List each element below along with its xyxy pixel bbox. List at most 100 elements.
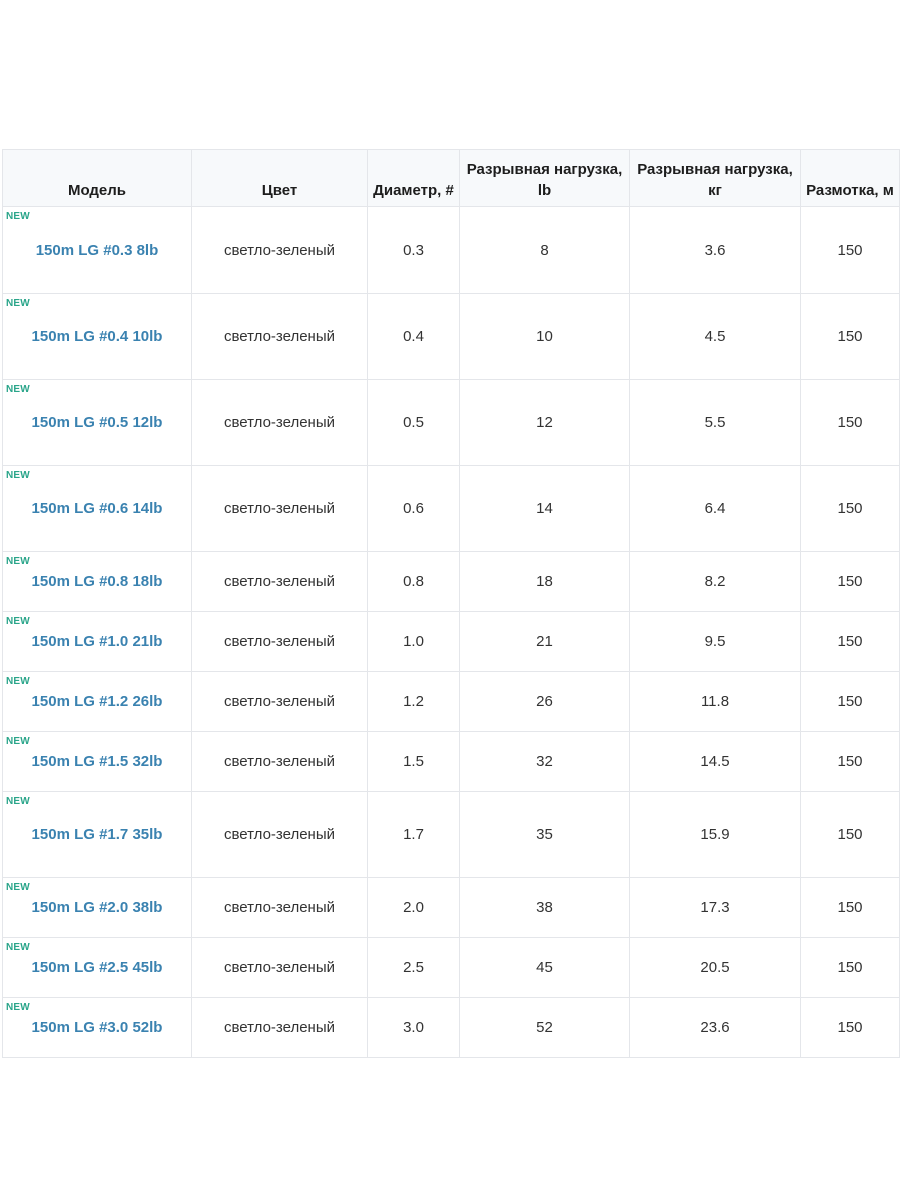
cell-color: светло-зеленый (191, 379, 368, 466)
cell-model: NEW 150m LG #1.0 21lb (2, 611, 192, 672)
cell-color: светло-зеленый (191, 293, 368, 380)
new-badge: NEW (6, 384, 30, 395)
cell-model: NEW 150m LG #1.2 26lb (2, 671, 192, 732)
cell-load-lb: 8 (459, 206, 630, 294)
cell-load-kg: 9.5 (629, 611, 801, 672)
model-link[interactable]: 150m LG #0.4 10lb (32, 328, 163, 345)
cell-load-kg: 3.6 (629, 206, 801, 294)
cell-load-kg: 15.9 (629, 791, 801, 878)
cell-color: светло-зеленый (191, 937, 368, 998)
model-link[interactable]: 150m LG #1.2 26lb (32, 693, 163, 710)
cell-color: светло-зеленый (191, 465, 368, 552)
cell-load-lb: 26 (459, 671, 630, 732)
cell-length: 150 (800, 611, 900, 672)
cell-model: NEW 150m LG #3.0 52lb (2, 997, 192, 1058)
model-link[interactable]: 150m LG #1.7 35lb (32, 826, 163, 843)
new-badge: NEW (6, 882, 30, 893)
table-row: NEW 150m LG #1.2 26lb светло-зеленый 1.2 26 1… (2, 671, 900, 732)
new-badge: NEW (6, 942, 30, 953)
cell-diameter: 0.6 (367, 465, 460, 552)
model-link[interactable]: 150m LG #2.0 38lb (32, 899, 163, 916)
cell-load-lb: 32 (459, 731, 630, 792)
table-row: NEW 150m LG #0.4 10lb светло-зеленый 0.4 10 4… (2, 293, 900, 380)
table-row: NEW 150m LG #3.0 52lb светло-зеленый 3.0 52 2… (2, 997, 900, 1058)
cell-length: 150 (800, 877, 900, 938)
cell-color: светло-зеленый (191, 877, 368, 938)
table-body: NEW 150m LG #0.3 8lb светло-зеленый 0.3 8 3.6… (2, 206, 900, 1058)
table-row: NEW 150m LG #2.5 45lb светло-зеленый 2.5 45 2… (2, 937, 900, 998)
header-color: Цвет (191, 149, 368, 207)
cell-load-lb: 45 (459, 937, 630, 998)
cell-length: 150 (800, 293, 900, 380)
model-link[interactable]: 150m LG #0.5 12lb (32, 414, 163, 431)
cell-diameter: 0.4 (367, 293, 460, 380)
cell-load-lb: 35 (459, 791, 630, 878)
cell-color: светло-зеленый (191, 997, 368, 1058)
table-row: NEW 150m LG #0.6 14lb светло-зеленый 0.6 14 6… (2, 465, 900, 552)
table-row: NEW 150m LG #2.0 38lb светло-зеленый 2.0 38 1… (2, 877, 900, 938)
model-link[interactable]: 150m LG #2.5 45lb (32, 959, 163, 976)
header-model: Модель (2, 149, 192, 207)
cell-diameter: 2.0 (367, 877, 460, 938)
cell-model: NEW 150m LG #1.5 32lb (2, 731, 192, 792)
header-load-kg: Разрывная нагрузка, кг (629, 149, 801, 207)
new-badge: NEW (6, 676, 30, 687)
cell-model: NEW 150m LG #2.5 45lb (2, 937, 192, 998)
cell-length: 150 (800, 465, 900, 552)
cell-length: 150 (800, 791, 900, 878)
cell-load-lb: 18 (459, 551, 630, 612)
cell-load-kg: 17.3 (629, 877, 801, 938)
cell-model: NEW 150m LG #0.8 18lb (2, 551, 192, 612)
cell-length: 150 (800, 731, 900, 792)
cell-model: NEW 150m LG #0.3 8lb (2, 206, 192, 294)
new-badge: NEW (6, 616, 30, 627)
cell-load-lb: 10 (459, 293, 630, 380)
new-badge: NEW (6, 298, 30, 309)
model-link[interactable]: 150m LG #1.5 32lb (32, 753, 163, 770)
header-diameter: Диаметр, # (367, 149, 460, 207)
cell-load-kg: 20.5 (629, 937, 801, 998)
cell-diameter: 0.3 (367, 206, 460, 294)
cell-load-kg: 11.8 (629, 671, 801, 732)
table-row: NEW 150m LG #1.5 32lb светло-зеленый 1.5 32 1… (2, 731, 900, 792)
cell-model: NEW 150m LG #1.7 35lb (2, 791, 192, 878)
model-link[interactable]: 150m LG #1.0 21lb (32, 633, 163, 650)
model-link[interactable]: 150m LG #3.0 52lb (32, 1019, 163, 1036)
cell-color: светло-зеленый (191, 731, 368, 792)
cell-length: 150 (800, 937, 900, 998)
cell-color: светло-зеленый (191, 206, 368, 294)
table-row: NEW 150m LG #0.5 12lb светло-зеленый 0.5 12 5… (2, 379, 900, 466)
cell-color: светло-зеленый (191, 551, 368, 612)
cell-load-lb: 14 (459, 465, 630, 552)
cell-load-lb: 12 (459, 379, 630, 466)
new-badge: NEW (6, 1002, 30, 1013)
new-badge: NEW (6, 556, 30, 567)
table-row: NEW 150m LG #1.7 35lb светло-зеленый 1.7 35 1… (2, 791, 900, 878)
header-load-lb: Разрывная нагрузка, lb (459, 149, 630, 207)
model-link[interactable]: 150m LG #0.3 8lb (36, 242, 159, 259)
table-row: NEW 150m LG #0.8 18lb светло-зеленый 0.8 18 8… (2, 551, 900, 612)
cell-load-kg: 23.6 (629, 997, 801, 1058)
spec-table-container: Модель Цвет Диаметр, # Разрывная нагрузк… (2, 149, 900, 1058)
cell-diameter: 2.5 (367, 937, 460, 998)
header-length: Размотка, м (800, 149, 900, 207)
cell-load-kg: 4.5 (629, 293, 801, 380)
cell-diameter: 1.5 (367, 731, 460, 792)
cell-length: 150 (800, 206, 900, 294)
cell-length: 150 (800, 671, 900, 732)
cell-diameter: 3.0 (367, 997, 460, 1058)
cell-diameter: 0.5 (367, 379, 460, 466)
table-row: NEW 150m LG #1.0 21lb светло-зеленый 1.0 21 9… (2, 611, 900, 672)
cell-load-kg: 14.5 (629, 731, 801, 792)
model-link[interactable]: 150m LG #0.8 18lb (32, 573, 163, 590)
cell-diameter: 0.8 (367, 551, 460, 612)
cell-length: 150 (800, 997, 900, 1058)
new-badge: NEW (6, 211, 30, 222)
model-link[interactable]: 150m LG #0.6 14lb (32, 500, 163, 517)
cell-length: 150 (800, 379, 900, 466)
new-badge: NEW (6, 796, 30, 807)
cell-load-lb: 21 (459, 611, 630, 672)
cell-model: NEW 150m LG #0.5 12lb (2, 379, 192, 466)
new-badge: NEW (6, 470, 30, 481)
table-header-row: Модель Цвет Диаметр, # Разрывная нагрузк… (2, 149, 900, 207)
